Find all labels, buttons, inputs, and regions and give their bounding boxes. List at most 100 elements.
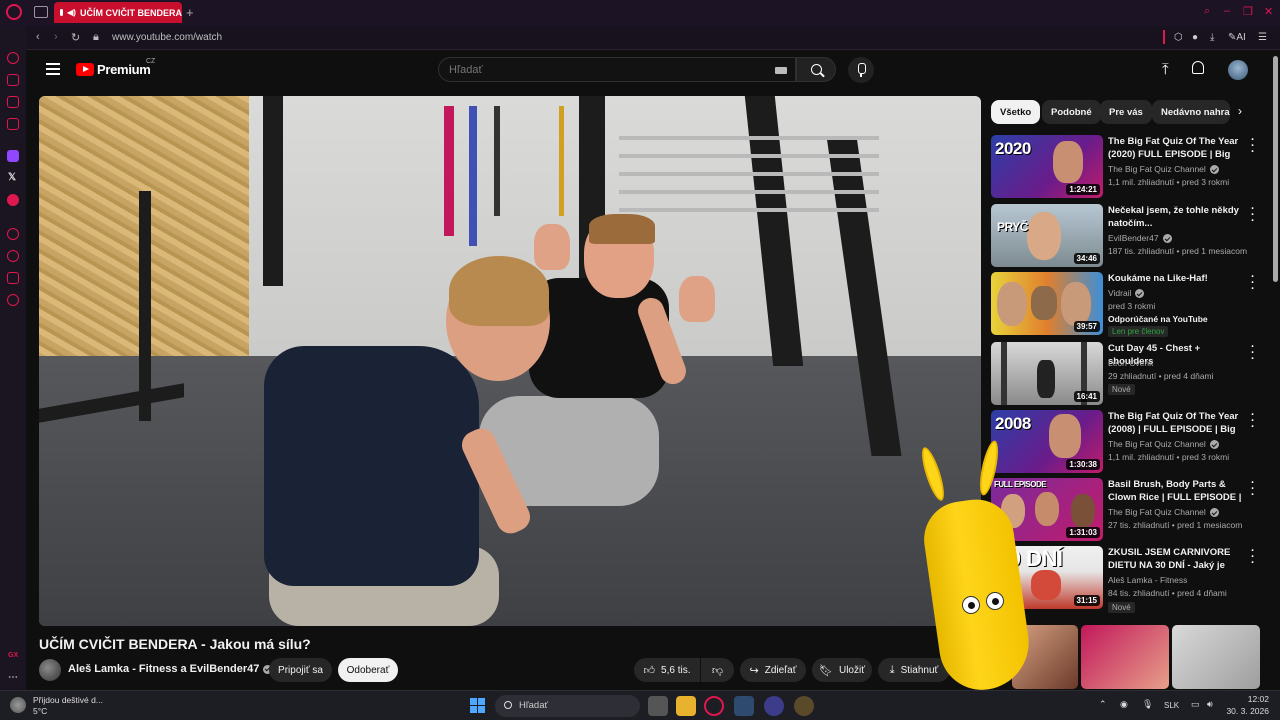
share-button[interactable]: ↪ Zdieľať <box>740 658 806 682</box>
opera-logo-icon[interactable] <box>6 4 22 20</box>
search-input[interactable] <box>439 58 759 82</box>
video-thumbnail[interactable]: 16:41 <box>991 342 1103 405</box>
clock-time[interactable]: 12:02 <box>1229 694 1269 704</box>
upload-icon[interactable]: ⤒ <box>1162 61 1169 78</box>
chips-next-arrow-icon[interactable]: › <box>1238 104 1242 118</box>
channel-text[interactable]: EvilBender47 <box>1108 233 1159 243</box>
keyboard-icon[interactable] <box>775 67 787 74</box>
channel-name[interactable]: The Big Fat Quiz Channel <box>1108 439 1219 450</box>
shelf-thumbnail[interactable] <box>1081 625 1169 689</box>
back-button[interactable]: ‹ <box>36 31 40 43</box>
scrollbar-thumb[interactable] <box>1273 56 1278 282</box>
recommendation-item[interactable]: 30 DNÍ 31:15 ZKUSIL JSEM CARNIVORE DIETU… <box>991 546 1271 613</box>
video-title[interactable]: Koukáme na Like-Haf! <box>1108 272 1248 285</box>
clock-date[interactable]: 30. 3. 2026 <box>1220 706 1269 716</box>
weather-text[interactable]: Přijdou deštivé d... <box>33 695 103 705</box>
more-options-icon[interactable]: · · · <box>1251 342 1255 365</box>
video-title[interactable]: Nečekal jsem, že tohle někdy natočím... <box>1108 204 1248 230</box>
ai-icon[interactable]: ✎AI <box>1228 32 1246 43</box>
channel-name[interactable]: Vidrail <box>1108 288 1145 299</box>
more-options-icon[interactable]: · · · <box>1251 410 1255 433</box>
shelf-thumbnail[interactable] <box>1172 625 1260 689</box>
chip-related[interactable]: Podobné <box>1042 100 1101 124</box>
bag-icon[interactable] <box>7 74 19 86</box>
youtube-logo-icon[interactable] <box>76 63 94 76</box>
recommendation-item[interactable]: 16:41 Cut Day 45 - Chest + shoulders Leo… <box>991 342 1271 408</box>
url-field[interactable]: www.youtube.com/watch <box>112 32 222 43</box>
recommendation-item[interactable]: 2020 1:24:21 The Big Fat Quiz Of The Yea… <box>991 135 1271 201</box>
language-indicator[interactable]: SLK <box>1164 701 1179 710</box>
more-icon[interactable]: ⋯ <box>8 672 18 683</box>
channel-text[interactable]: The Big Fat Quiz Channel <box>1108 439 1206 449</box>
speaker-icon[interactable]: ◀) <box>67 8 76 17</box>
recommendation-item[interactable]: PRYČ 34:46 Nečekal jsem, že tohle někdy … <box>991 204 1271 270</box>
search-tabs-icon[interactable]: ⌕ <box>1204 5 1210 18</box>
history-icon[interactable] <box>7 250 19 262</box>
maximize-button[interactable]: ❐ <box>1243 5 1253 18</box>
video-thumbnail[interactable]: 2020 1:24:21 <box>991 135 1103 198</box>
network-icon[interactable]: ▭ <box>1191 699 1200 710</box>
active-tab[interactable]: ◀) UČÍM CVIČIT BENDERA <box>54 2 182 23</box>
recommendation-item[interactable]: 2008 1:30:38 The Big Fat Quiz Of The Yea… <box>991 410 1271 476</box>
video-thumbnail[interactable]: PRYČ 34:46 <box>991 204 1103 267</box>
more-options-icon[interactable]: · · · <box>1251 135 1255 158</box>
more-options-icon[interactable]: · · · <box>1251 272 1255 295</box>
opera-gx-taskbar-icon[interactable] <box>704 696 724 716</box>
channel-text[interactable]: Vidrail <box>1108 288 1131 298</box>
add-icon[interactable] <box>7 228 19 240</box>
news-icon[interactable] <box>7 96 19 108</box>
save-button[interactable]: 🔖︎ Uložiť <box>812 658 872 682</box>
forward-button[interactable]: › <box>54 31 58 43</box>
menu-icon[interactable]: ☰ <box>1258 32 1267 43</box>
reload-button[interactable]: ↻ <box>71 31 80 44</box>
app-icon[interactable] <box>734 696 754 716</box>
premium-logo-text[interactable]: Premium <box>97 62 151 77</box>
file-explorer-icon[interactable] <box>676 696 696 716</box>
channel-name-text[interactable]: Aleš Lamka - Fitness a EvilBender47 <box>68 663 259 675</box>
video-title[interactable]: Basil Brush, Body Parts & Clown Rice | F… <box>1108 478 1248 504</box>
mod-icon[interactable] <box>7 118 19 130</box>
download-icon[interactable]: ⤓ <box>1210 32 1214 43</box>
settings-gear-icon[interactable] <box>7 294 19 306</box>
video-thumbnail[interactable]: 39:57 <box>991 272 1103 335</box>
close-window-button[interactable]: ✕ <box>1264 5 1273 18</box>
weather-icon[interactable] <box>10 697 26 713</box>
microphone-icon[interactable]: 🎙︎ <box>1142 699 1153 710</box>
channel-name[interactable]: Aleš Lamka - Fitness a EvilBender47 <box>68 663 273 675</box>
account-avatar[interactable] <box>1228 60 1248 80</box>
windows-start-icon[interactable] <box>470 698 485 713</box>
video-title[interactable]: The Big Fat Quiz Of The Year (2020) FULL… <box>1108 135 1248 161</box>
taskbar-search[interactable]: Hľadať <box>495 695 640 717</box>
volume-icon[interactable]: 🔊︎ <box>1207 699 1213 710</box>
video-title[interactable]: ZKUSIL JSEM CARNIVORE DIETU NA 30 DNÍ - … <box>1108 546 1248 572</box>
new-tab-button[interactable]: + <box>186 5 194 20</box>
chip-for-you[interactable]: Pre vás <box>1100 100 1152 124</box>
channel-name[interactable]: The Big Fat Quiz Channel <box>1108 164 1219 175</box>
x-twitter-icon[interactable]: 𝕏 <box>8 172 16 183</box>
channel-name[interactable]: EvilBender47 <box>1108 233 1172 244</box>
channel-text[interactable]: The Big Fat Quiz Channel <box>1108 507 1206 517</box>
video-title[interactable]: The Big Fat Quiz Of The Year (2008) | FU… <box>1108 410 1248 436</box>
channel-text[interactable]: The Big Fat Quiz Channel <box>1108 164 1206 174</box>
voice-search-button[interactable] <box>848 57 874 83</box>
recommendation-item[interactable]: 39:57 Koukáme na Like-Haf! Vidrail pred … <box>991 272 1271 344</box>
search-button[interactable] <box>796 57 836 82</box>
twitch-icon[interactable] <box>7 150 19 162</box>
dislike-button[interactable]: 👎︎ <box>701 658 734 682</box>
record-icon[interactable] <box>7 194 19 206</box>
minimize-button[interactable]: – <box>1224 5 1230 17</box>
channel-name[interactable]: Leon Cvenk <box>1108 358 1153 368</box>
chip-recent[interactable]: Nedávno nahra <box>1152 100 1230 124</box>
more-options-icon[interactable]: · · · <box>1251 204 1255 227</box>
video-thumbnail[interactable]: 2008 1:30:38 <box>991 410 1103 473</box>
hamburger-menu-icon[interactable] <box>46 63 60 75</box>
video-player[interactable] <box>39 96 981 626</box>
app-icon[interactable] <box>794 696 814 716</box>
speed-dial-icon[interactable] <box>7 52 19 64</box>
subscribe-button[interactable]: Odoberať <box>338 658 398 682</box>
workspaces-icon[interactable] <box>34 6 48 18</box>
chip-all[interactable]: Všetko <box>991 100 1041 124</box>
tray-app-icon[interactable]: ◉ <box>1120 699 1128 710</box>
channel-name[interactable]: Aleš Lamka - Fitness <box>1108 575 1187 585</box>
cursor-icon[interactable] <box>7 272 19 284</box>
